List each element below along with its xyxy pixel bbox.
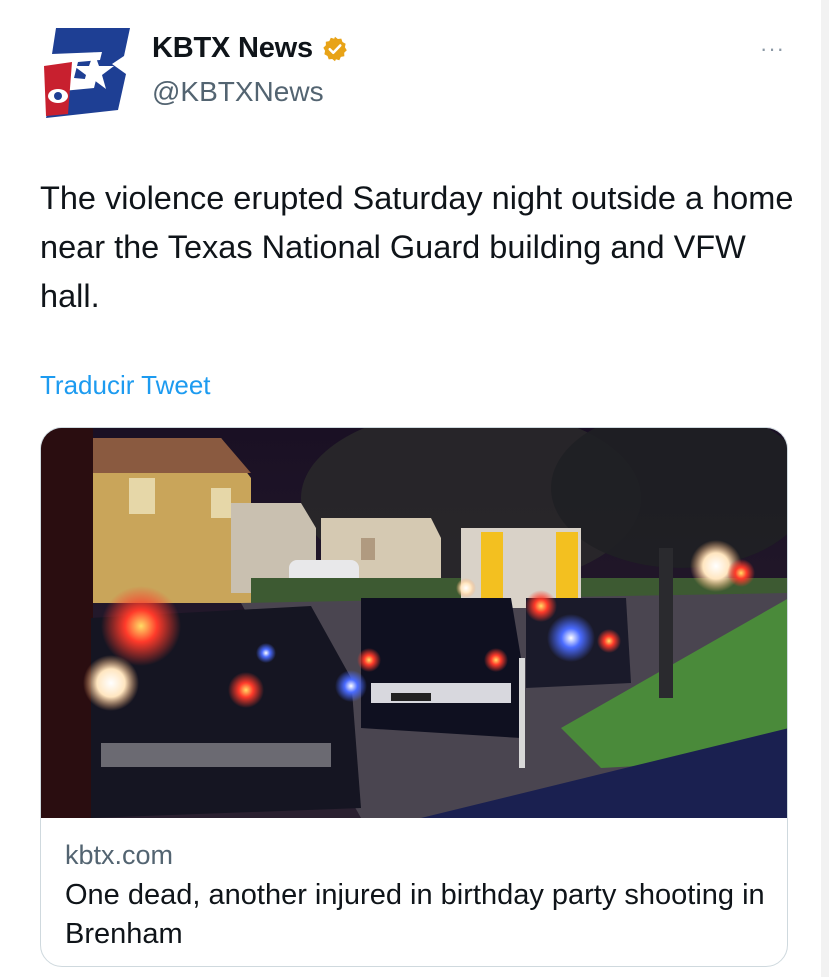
link-card[interactable]: kbtx.com One dead, another injured in bi… xyxy=(40,427,788,967)
tweet-text: The violence erupted Saturday night outs… xyxy=(40,180,794,314)
link-card-meta: kbtx.com One dead, another injured in bi… xyxy=(65,836,765,954)
author-name-row[interactable]: KBTX News xyxy=(152,32,349,65)
scrollbar-track xyxy=(821,0,829,977)
more-options-icon[interactable]: ··· xyxy=(760,36,785,62)
verified-badge-icon xyxy=(321,35,349,63)
kbtx-cbs-logo-icon xyxy=(44,28,130,118)
translate-tweet-link[interactable]: Traducir Tweet xyxy=(40,370,211,401)
author-handle[interactable]: @KBTXNews xyxy=(152,76,324,108)
link-card-domain: kbtx.com xyxy=(65,840,174,870)
avatar[interactable] xyxy=(38,22,138,122)
news-photo-police-scene[interactable] xyxy=(41,428,788,818)
link-card-title[interactable]: One dead, another injured in birthday pa… xyxy=(65,876,765,954)
author-display-name[interactable]: KBTX News xyxy=(152,32,313,65)
